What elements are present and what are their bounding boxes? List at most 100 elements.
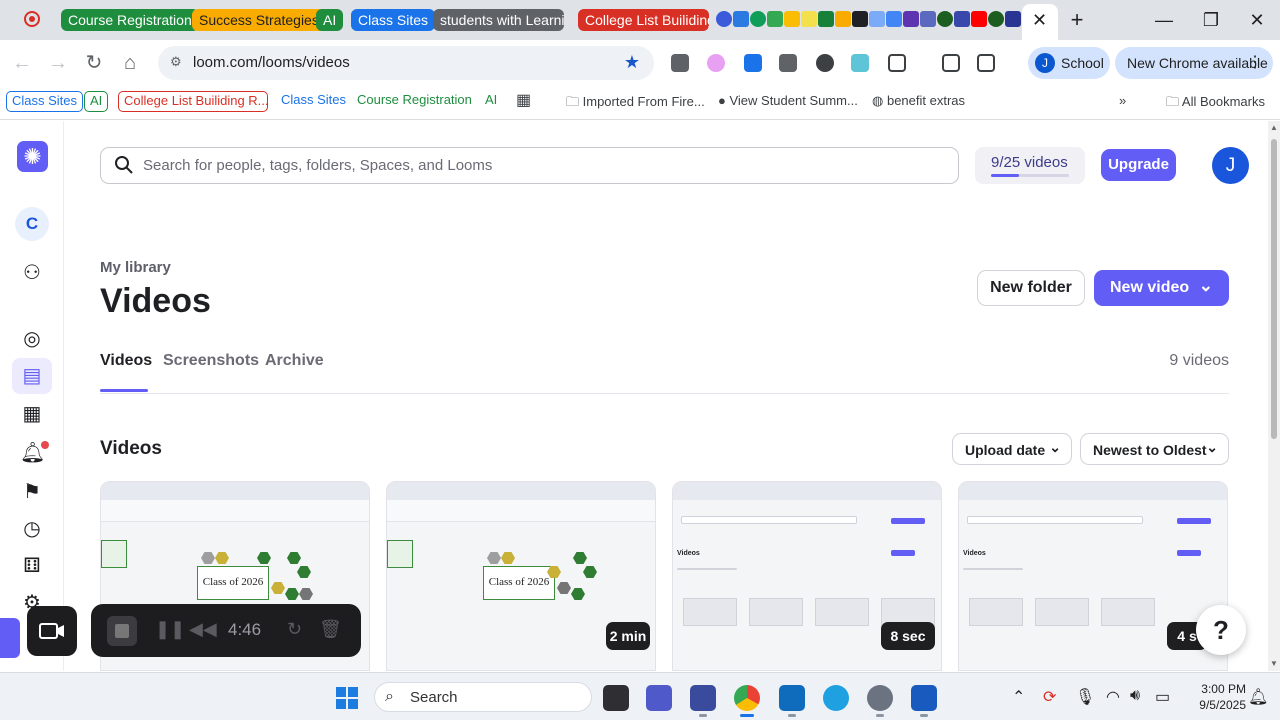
home-icon[interactable]: ⌂: [117, 50, 143, 76]
notification-bell-icon[interactable]: 🔔︎: [1248, 687, 1268, 707]
gift-icon[interactable]: ⚅: [20, 554, 44, 578]
new-folder-button[interactable]: New folder: [977, 270, 1085, 306]
bookmark-group-ai-2[interactable]: AI: [480, 91, 502, 112]
video-quota[interactable]: 9/25 videos: [975, 147, 1085, 184]
pinned-tab-icon[interactable]: [818, 11, 834, 27]
tray-overflow-icon[interactable]: ⌃: [1012, 687, 1025, 707]
all-bookmarks[interactable]: 🗀 All Bookmarks: [1166, 93, 1265, 115]
recorder-camera-button[interactable]: [27, 606, 77, 656]
pinned-tab-icon[interactable]: [937, 11, 953, 27]
tab-group-students-learning[interactable]: students with Learning: [433, 9, 564, 31]
sort-field-dropdown[interactable]: Upload date ⌄: [952, 433, 1072, 465]
video-card[interactable]: Videos 8 sec: [672, 481, 942, 671]
wifi-icon[interactable]: ◠: [1106, 687, 1120, 707]
extension-icon[interactable]: [816, 54, 834, 72]
search-bar[interactable]: [100, 147, 959, 184]
video-card[interactable]: Videos 4 s: [958, 481, 1228, 671]
close-tab-icon[interactable]: ✕: [1032, 10, 1047, 31]
apps-grid-icon[interactable]: ▦: [516, 90, 531, 110]
extension-icon[interactable]: [744, 54, 762, 72]
invite-user-icon[interactable]: ⚇: [20, 261, 44, 285]
bookmark-icon[interactable]: ⚑: [20, 480, 44, 504]
sort-order-dropdown[interactable]: Newest to Oldest ⌄: [1080, 433, 1229, 465]
menu-dots-icon[interactable]: ⋮: [1247, 52, 1263, 72]
extension-icon[interactable]: [707, 54, 725, 72]
close-window-icon[interactable]: ✕: [1242, 8, 1272, 32]
stop-recording-button[interactable]: [107, 616, 137, 646]
breadcrumb[interactable]: My library: [100, 259, 171, 276]
rewind-icon[interactable]: ◀◀: [189, 619, 217, 640]
bookmark-group-ai[interactable]: AI: [84, 91, 109, 112]
delete-trash-icon[interactable]: 🗑︎: [319, 619, 342, 640]
bookmark-folder-imported[interactable]: 🗀 Imported From Fire...: [566, 93, 705, 115]
calendar-icon[interactable]: ▦: [20, 402, 44, 426]
active-tab[interactable]: ✕: [1022, 4, 1058, 40]
tab-group-success-strategies[interactable]: Success Strategies: [192, 9, 326, 31]
workspace-avatar[interactable]: C: [15, 207, 49, 241]
microphone-icon[interactable]: 🎙︎: [1075, 687, 1095, 707]
tab-archive[interactable]: Archive: [265, 352, 324, 370]
bookmark-group-class-sites[interactable]: Class Sites: [6, 91, 84, 112]
forward-icon[interactable]: →: [45, 50, 71, 76]
bookmark-star-icon[interactable]: ★: [624, 52, 640, 73]
screen-capture-icon[interactable]: [942, 54, 960, 72]
tab-group-college-list[interactable]: College List Builiding: [578, 9, 709, 31]
tab-videos[interactable]: Videos: [100, 352, 152, 370]
pinned-tab-icon[interactable]: [716, 11, 732, 27]
url-text[interactable]: loom.com/looms/videos: [193, 54, 350, 71]
pinned-tab-icon[interactable]: [767, 11, 783, 27]
bookmark-view-student-summ[interactable]: ● View Student Summ...: [718, 93, 858, 108]
back-icon[interactable]: ←: [9, 50, 35, 76]
profile-icon[interactable]: ◎: [20, 327, 44, 351]
pinned-tab-icon[interactable]: [852, 11, 868, 27]
loom-logo-icon[interactable]: ✺: [17, 141, 48, 172]
library-nav-active[interactable]: ▤: [12, 358, 52, 394]
extension-icon[interactable]: [671, 54, 689, 72]
pinned-tab-icon[interactable]: [835, 11, 851, 27]
profile-button[interactable]: J School: [1028, 47, 1110, 79]
outlook-icon[interactable]: [779, 685, 805, 711]
bookmark-group-course-registration[interactable]: Course Registration: [352, 91, 477, 112]
bookmark-group-college-list[interactable]: College List Builiding R...: [118, 91, 268, 112]
bookmark-benefit-extras[interactable]: ◍ benefit extras: [872, 93, 965, 109]
teams-icon[interactable]: [646, 685, 672, 711]
file-explorer-icon[interactable]: [603, 685, 629, 711]
chrome-icon[interactable]: [734, 685, 760, 711]
upgrade-button[interactable]: Upgrade: [1101, 149, 1176, 181]
tab-screenshots[interactable]: Screenshots: [163, 352, 259, 370]
sync-icon[interactable]: ⟳: [1043, 687, 1056, 707]
edge-icon[interactable]: [823, 685, 849, 711]
scrollbar-thumb[interactable]: [1271, 139, 1277, 439]
pinned-tab-icon[interactable]: [988, 11, 1004, 27]
extension-icon[interactable]: [779, 54, 797, 72]
record-tab-icon[interactable]: [0, 618, 20, 658]
scroll-down-icon[interactable]: ▼: [1270, 659, 1278, 668]
new-tab-icon[interactable]: +: [1062, 8, 1092, 32]
classroom-app-icon[interactable]: [690, 685, 716, 711]
taskbar-search[interactable]: ⌕ Search: [374, 682, 592, 712]
pinned-tab-icon[interactable]: [903, 11, 919, 27]
pinned-tab-icon[interactable]: [750, 11, 766, 27]
tab-group-class-sites[interactable]: Class Sites: [351, 9, 436, 31]
settings-icon[interactable]: [867, 685, 893, 711]
pause-icon[interactable]: ❚❚: [155, 619, 185, 640]
new-video-button[interactable]: New video ⌄: [1094, 270, 1229, 306]
cast-icon[interactable]: [977, 54, 995, 72]
pinned-tab-icon[interactable]: [733, 11, 749, 27]
pinned-tab-icon[interactable]: [869, 11, 885, 27]
pinned-tab-icon[interactable]: [1005, 11, 1021, 27]
pinned-tab-icon[interactable]: [886, 11, 902, 27]
pinned-tab-icon[interactable]: [954, 11, 970, 27]
reload-icon[interactable]: ↻: [81, 50, 107, 76]
minimize-icon[interactable]: —: [1149, 8, 1179, 32]
user-avatar[interactable]: J: [1212, 147, 1249, 184]
address-bar[interactable]: ⚙ loom.com/looms/videos ★: [158, 46, 654, 80]
pinned-tab-icon[interactable]: [971, 11, 987, 27]
battery-icon[interactable]: ▭: [1155, 687, 1170, 707]
bookmark-group-class-sites-2[interactable]: Class Sites: [276, 91, 351, 112]
word-icon[interactable]: [911, 685, 937, 711]
pinned-tab-icon[interactable]: [920, 11, 936, 27]
maximize-icon[interactable]: ❐: [1196, 8, 1226, 32]
video-card[interactable]: Class of 2026 2 min: [386, 481, 656, 671]
tab-group-ai[interactable]: AI: [316, 9, 344, 31]
